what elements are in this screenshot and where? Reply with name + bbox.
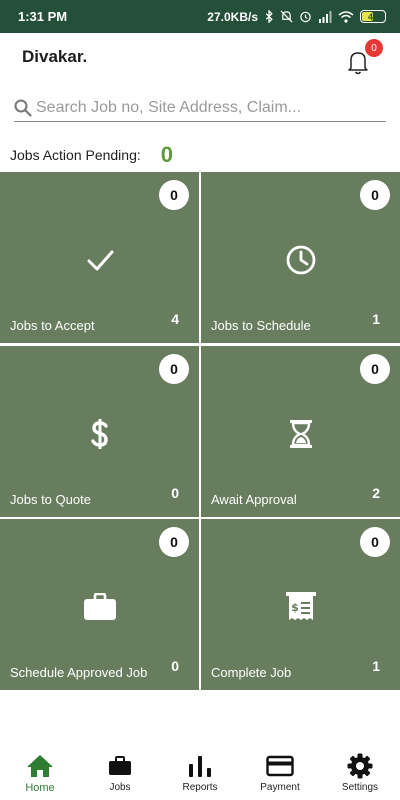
briefcase-icon <box>83 593 116 620</box>
tile-jobs-to-accept[interactable]: 0 Jobs to Accept 4 <box>0 172 199 343</box>
tile-title: Jobs to Schedule <box>211 318 311 333</box>
signal-icon <box>318 10 332 23</box>
tile-badge: 0 <box>360 180 390 210</box>
bar-chart-icon <box>189 756 211 777</box>
nav-reports[interactable]: Reports <box>160 745 240 800</box>
tile-badge: 0 <box>360 354 390 384</box>
tile-title: Jobs to Quote <box>10 492 91 507</box>
nav-home[interactable]: Home <box>0 745 80 800</box>
tile-badge: 0 <box>360 527 390 557</box>
nav-label: Jobs <box>109 782 131 793</box>
dollar-icon <box>90 419 108 449</box>
tile-count: 1 <box>372 311 380 327</box>
status-icons: 27.0KB/s 46 <box>207 10 386 24</box>
tile-title: Await Approval <box>211 492 297 507</box>
search-input[interactable] <box>36 98 376 117</box>
notification-button[interactable]: 0 <box>343 39 383 81</box>
nav-payment[interactable]: Payment <box>240 745 320 800</box>
tile-count: 0 <box>171 658 179 674</box>
clock-icon <box>286 245 315 275</box>
nav-settings[interactable]: Settings <box>320 745 400 800</box>
user-name: Divakar. <box>22 47 88 66</box>
wifi-icon <box>338 10 354 23</box>
tile-title: Jobs to Accept <box>10 318 95 333</box>
tile-schedule-approved-job[interactable]: 0 Schedule Approved Job 0 <box>0 519 199 690</box>
network-speed: 27.0KB/s <box>207 9 258 24</box>
notification-badge: 0 <box>365 39 383 57</box>
tile-jobs-to-quote[interactable]: 0 Jobs to Quote 0 <box>0 346 199 517</box>
checkmark-icon <box>87 250 113 271</box>
briefcase-icon <box>109 756 131 775</box>
status-bar: 1:31 PM 27.0KB/s 46 <box>0 0 400 33</box>
bluetooth-icon <box>264 10 274 23</box>
nav-label: Settings <box>341 782 379 793</box>
mute-icon <box>280 10 293 23</box>
jobs-pending-summary: Jobs Action Pending: 0 <box>10 142 173 168</box>
app-header: Divakar. 0 <box>0 33 400 85</box>
tile-jobs-to-schedule[interactable]: 0 Jobs to Schedule 1 <box>201 172 400 343</box>
pending-count: 0 <box>160 142 174 167</box>
nav-label: Reports <box>182 782 218 793</box>
nav-label: Payment <box>260 782 300 793</box>
job-tiles-grid: 0 Jobs to Accept 4 0 Jobs to Schedule 1 … <box>0 172 400 690</box>
gear-icon <box>347 753 373 779</box>
svg-text:$: $ <box>291 601 299 614</box>
pending-label: Jobs Action Pending: <box>10 147 141 163</box>
alarm-icon <box>299 10 312 23</box>
search-icon <box>14 99 32 117</box>
tile-count: 0 <box>171 485 179 501</box>
credit-card-icon <box>266 755 294 777</box>
search-bar <box>14 94 386 122</box>
tile-badge: 0 <box>159 180 189 210</box>
nav-jobs[interactable]: Jobs <box>80 745 160 800</box>
bottom-navigation: Home Jobs Reports Payment Settings <box>0 745 400 800</box>
tile-count: 1 <box>372 658 380 674</box>
battery-icon: 46 <box>360 10 386 23</box>
hourglass-icon <box>289 420 312 448</box>
tile-count: 4 <box>171 311 179 327</box>
battery-level: 46 <box>367 11 378 22</box>
status-time: 1:31 PM <box>18 9 68 24</box>
tile-title: Schedule Approved Job <box>10 665 148 680</box>
tile-count: 2 <box>372 485 380 501</box>
tile-await-approval[interactable]: 0 Await Approval 2 <box>201 346 400 517</box>
nav-label: Home <box>25 782 55 794</box>
receipt-icon: $ <box>285 592 316 620</box>
tile-title: Complete Job <box>211 665 292 680</box>
home-icon <box>27 755 53 777</box>
tile-badge: 0 <box>159 527 189 557</box>
tile-complete-job[interactable]: 0 $ Complete Job 1 <box>201 519 400 690</box>
tile-badge: 0 <box>159 354 189 384</box>
